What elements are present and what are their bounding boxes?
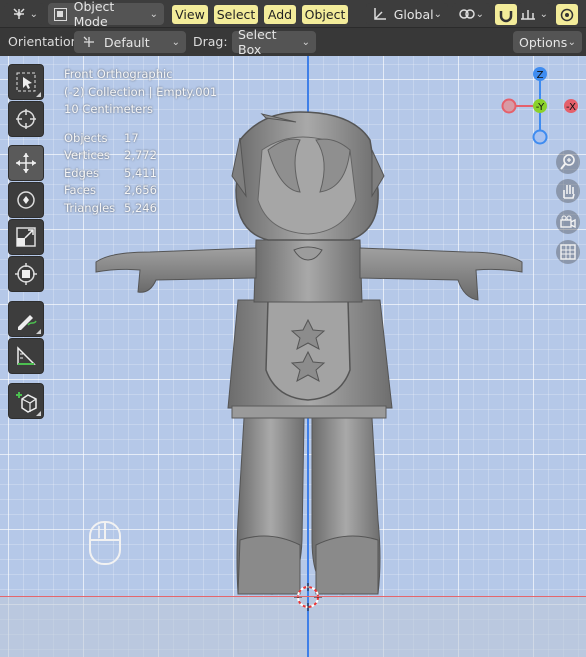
proportional-editing-toggle[interactable]	[556, 4, 578, 25]
collection-info: (-2) Collection | Empty.001	[64, 84, 218, 99]
drag-value: Select Box	[238, 27, 277, 57]
x-axis-line	[0, 596, 586, 597]
measure-tool[interactable]	[8, 338, 44, 374]
measure-icon	[17, 346, 36, 365]
viewport-header: ⌄ Object Mode ⌄ View Select Add Object G…	[0, 0, 586, 29]
menu-object[interactable]: Object	[302, 5, 348, 24]
grid-scale: 10 Centimeters	[64, 102, 153, 116]
stat-row: Vertices 2,772	[64, 148, 157, 162]
navigation-gizmo[interactable]: Z -X -Y	[496, 64, 586, 150]
proportional-icon	[560, 8, 574, 21]
zoom-icon	[560, 154, 575, 170]
grid-icon	[560, 244, 576, 260]
orientation-label: Global	[393, 6, 434, 22]
cursor-tool[interactable]	[8, 101, 44, 137]
gizmo-z-label[interactable]: Z	[537, 70, 544, 81]
rotate-tool[interactable]	[8, 182, 44, 218]
mode-label: Object Mode	[73, 0, 115, 29]
link-icon	[459, 9, 475, 19]
move-icon	[16, 153, 36, 173]
move-tool[interactable]	[8, 145, 44, 181]
view-name: Front Orthographic	[64, 67, 173, 81]
annotate-tool[interactable]	[8, 301, 44, 337]
menu-add[interactable]: Add	[264, 5, 296, 24]
select-box-tool[interactable]	[8, 64, 44, 100]
orientation-icon	[374, 8, 386, 20]
perspective-toggle-button[interactable]	[556, 240, 580, 264]
chevron-down-icon: ⌄	[171, 36, 180, 48]
scale-tool[interactable]	[8, 219, 44, 255]
camera-view-button[interactable]	[556, 210, 580, 234]
options-dropdown[interactable]: Options ⌄	[513, 31, 582, 53]
chevron-down-icon: ⌄	[149, 8, 158, 20]
select-box-icon	[16, 72, 36, 92]
snap-toggle[interactable]	[495, 4, 517, 25]
orientation-field-label: Orientation:	[8, 34, 83, 49]
gizmo-y-label[interactable]: -Y	[536, 102, 545, 113]
transform-orientation-dropdown[interactable]: Global ⌄	[366, 3, 448, 25]
orientation-value: Default	[104, 34, 150, 50]
stat-row: Faces 2,656	[64, 183, 157, 197]
drag-dropdown[interactable]: Select Box ⌄	[232, 27, 316, 57]
stat-row: Edges 5,411	[64, 165, 157, 180]
mode-dropdown[interactable]: Object Mode ⌄	[48, 0, 164, 29]
annotate-icon	[18, 315, 37, 330]
chevron-down-icon: ⌄	[539, 8, 548, 20]
magnet-icon	[499, 10, 513, 22]
chevron-down-icon: ⌄	[567, 36, 576, 48]
mouse-hint-icon	[89, 521, 121, 565]
scale-icon	[16, 227, 36, 247]
pan-button[interactable]	[556, 179, 580, 203]
rotate-icon	[17, 191, 35, 209]
chevron-down-icon: ⌄	[433, 8, 442, 20]
chevron-down-icon: ⌄	[29, 8, 38, 20]
object-mode-icon	[54, 7, 67, 21]
drag-field-label: Drag:	[193, 34, 228, 49]
menu-view[interactable]: View	[172, 5, 208, 24]
cursor-icon	[16, 109, 36, 129]
3d-cursor-icon[interactable]	[294, 583, 322, 611]
orientation-dropdown[interactable]: Default ⌄	[74, 31, 186, 53]
viewport-info-overlay: Front Orthographic (-2) Collection | Emp…	[64, 66, 217, 217]
editor-type-icon	[13, 8, 25, 19]
tool-settings-header: Orientation: Default ⌄ Drag: Select Box …	[0, 27, 586, 57]
add-cube-icon	[16, 392, 37, 413]
chevron-down-icon: ⌄	[475, 8, 484, 20]
hand-icon	[563, 185, 575, 199]
pivot-point-dropdown[interactable]: ⌄	[452, 3, 490, 25]
gizmo-x-label[interactable]: -X	[566, 102, 576, 113]
menu-select[interactable]: Select	[214, 5, 258, 24]
transform-icon	[15, 263, 37, 285]
options-label: Options	[519, 34, 568, 50]
camera-icon	[560, 215, 576, 229]
stat-row: Objects 17	[64, 130, 139, 145]
add-cube-tool[interactable]	[8, 383, 44, 419]
orientation-gizmo-icon	[83, 36, 94, 47]
chevron-down-icon: ⌄	[301, 36, 310, 48]
transform-tool[interactable]	[8, 256, 44, 292]
stat-row: Triangles 5,246	[64, 200, 157, 215]
snap-target-dropdown[interactable]: ⌄	[517, 3, 551, 25]
snap-increment-icon	[521, 10, 535, 20]
editor-type-button[interactable]: ⌄	[4, 3, 44, 25]
zoom-button[interactable]	[556, 150, 580, 174]
